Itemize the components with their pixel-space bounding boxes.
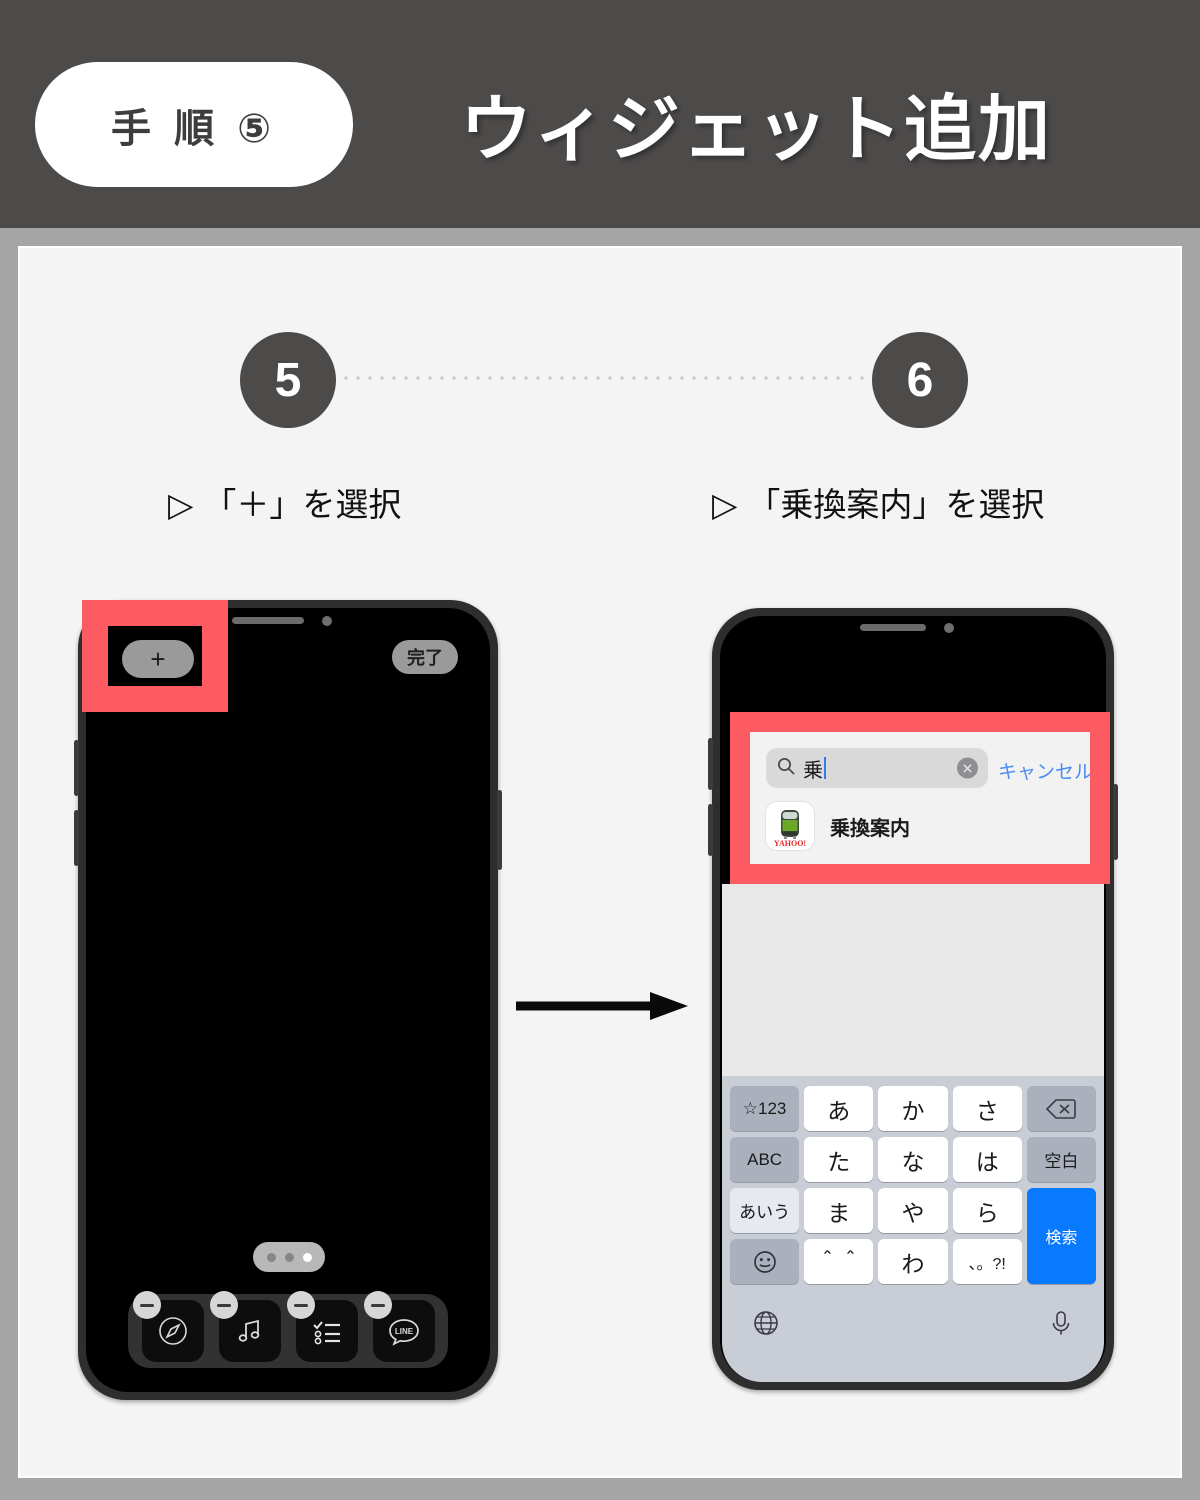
power-button[interactable]: [1113, 784, 1118, 860]
key-ta[interactable]: た: [804, 1137, 874, 1182]
done-button-label: 完了: [407, 648, 443, 668]
key-ma[interactable]: ま: [804, 1188, 874, 1233]
flow-arrow: [516, 988, 688, 1024]
key-symbols-123[interactable]: ☆123: [730, 1086, 800, 1131]
key-wa[interactable]: わ: [878, 1239, 948, 1284]
volume-up-button[interactable]: [74, 740, 79, 796]
dock-app-music[interactable]: [209, 1291, 281, 1362]
search-key[interactable]: 検索: [1026, 1188, 1096, 1284]
widget-gallery-empty-area: [722, 884, 1104, 1076]
highlight-box-add-button: [82, 600, 228, 712]
key-label: ＾＾: [815, 1250, 862, 1277]
key-space[interactable]: 空白: [1026, 1137, 1096, 1182]
key-ha[interactable]: は: [952, 1137, 1022, 1182]
key-ya[interactable]: や: [878, 1188, 948, 1233]
key-label: 、。?!: [968, 1255, 1006, 1273]
step-badge-label: 手 順 ⑤: [110, 106, 278, 151]
keyboard-bottom-bar: [730, 1302, 1096, 1348]
key-label: ら: [975, 1199, 999, 1226]
step-number-5-label: 5: [274, 353, 302, 407]
key-label: わ: [901, 1250, 925, 1277]
home-page-indicator[interactable]: [253, 1242, 325, 1272]
step-6-caption-text: 「乗換案内」を選択: [747, 486, 1045, 523]
key-na[interactable]: な: [878, 1137, 948, 1182]
key-label: な: [901, 1148, 925, 1175]
key-a[interactable]: あ: [804, 1086, 874, 1131]
step-5-caption-text: 「＋」を選択: [203, 486, 402, 523]
key-label: あいう: [739, 1203, 791, 1222]
dock-app-reminders[interactable]: [286, 1291, 358, 1362]
front-camera-icon: [944, 623, 954, 633]
step-connector-line: [340, 376, 872, 380]
key-label: 検索: [1045, 1230, 1078, 1247]
svg-text:LINE: LINE: [394, 1327, 413, 1336]
key-sa[interactable]: さ: [952, 1086, 1022, 1131]
screenshot-root: 手 順 ⑤ ウィジェット追加 5 6 ▷「＋」を選択 ▷「乗換案内」を選択: [0, 0, 1200, 1500]
triangle-marker-icon: ▷: [712, 486, 738, 523]
step-5-caption: ▷ 「＋」を選択: [168, 478, 401, 526]
key-label: ☆123: [742, 1098, 787, 1118]
key-kana-mode[interactable]: あいう: [730, 1188, 800, 1233]
page-title: ウィジェット追加: [460, 90, 1053, 170]
remove-badge-icon[interactable]: [209, 1291, 238, 1319]
dock-app-line[interactable]: LINE: [363, 1291, 435, 1362]
page-dot: [266, 1252, 276, 1262]
key-label: や: [901, 1199, 925, 1226]
earpiece-speaker-icon: [860, 624, 926, 631]
key-kaomoji[interactable]: ＾＾: [804, 1239, 874, 1284]
highlight-box-search-result: [730, 712, 1110, 884]
backspace-icon[interactable]: [1026, 1086, 1096, 1131]
step-badge: 手 順 ⑤: [35, 62, 353, 187]
header-bar: 手 順 ⑤ ウィジェット追加: [0, 0, 1200, 228]
key-label: か: [901, 1097, 925, 1124]
remove-badge-icon[interactable]: [132, 1291, 161, 1319]
dock-app-safari[interactable]: [132, 1291, 204, 1362]
step-6-caption: ▷ 「乗換案内」を選択: [712, 478, 1044, 526]
power-button[interactable]: [497, 790, 502, 870]
key-ka[interactable]: か: [878, 1086, 948, 1131]
globe-icon[interactable]: [752, 1309, 780, 1342]
triangle-marker-icon: ▷: [168, 486, 194, 523]
home-dock: LINE: [128, 1291, 448, 1368]
key-label: た: [827, 1148, 851, 1175]
volume-up-button[interactable]: [708, 738, 713, 790]
phone2-notch: [828, 616, 998, 640]
key-ra[interactable]: ら: [952, 1188, 1022, 1233]
phone1-screen: [86, 608, 490, 1392]
key-label: あ: [827, 1097, 851, 1124]
step-number-6-label: 6: [906, 353, 934, 407]
keyboard-key-grid: ☆123 あ か さ ABC た な は 空白 あいう ま や ら 検索 ＾＾ …: [730, 1086, 1096, 1284]
phone-mockup-step5: [74, 600, 502, 1400]
key-label: さ: [975, 1097, 999, 1124]
key-label: は: [975, 1148, 999, 1175]
microphone-icon[interactable]: [1048, 1309, 1074, 1342]
done-button[interactable]: 完了: [392, 640, 458, 674]
key-label: 空白: [1044, 1152, 1079, 1171]
japanese-kana-keyboard: ☆123 あ か さ ABC た な は 空白 あいう ま や ら 検索 ＾＾ …: [722, 1076, 1104, 1382]
step-number-6: 6: [872, 332, 968, 428]
page-dot-active: [302, 1252, 312, 1262]
page-dot: [284, 1252, 294, 1262]
key-label: ABC: [747, 1149, 783, 1169]
remove-badge-icon[interactable]: [363, 1291, 392, 1319]
front-camera-icon: [322, 616, 332, 626]
remove-badge-icon[interactable]: [286, 1291, 315, 1319]
volume-down-button[interactable]: [74, 810, 79, 866]
volume-down-button[interactable]: [708, 804, 713, 856]
key-label: ま: [827, 1199, 851, 1226]
emoji-icon[interactable]: [730, 1239, 800, 1284]
earpiece-speaker-icon: [232, 617, 304, 624]
key-abc[interactable]: ABC: [730, 1137, 800, 1182]
key-punctuation[interactable]: 、。?!: [952, 1239, 1022, 1284]
step-number-5: 5: [240, 332, 336, 428]
